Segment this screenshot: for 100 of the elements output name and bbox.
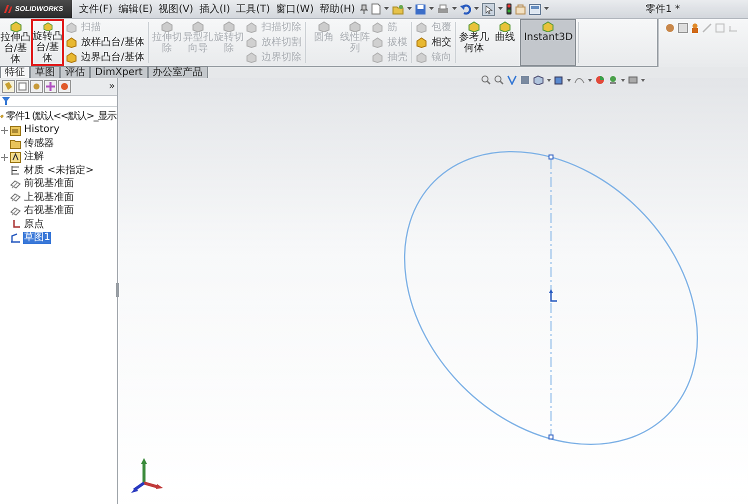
ribbon-button[interactable]: 拉伸凸台/基体 xyxy=(0,19,31,66)
plane-icon xyxy=(10,206,21,217)
sketch-icon xyxy=(10,232,21,244)
feature-icon xyxy=(416,22,428,33)
caret-icon[interactable] xyxy=(384,7,390,11)
caret-icon[interactable] xyxy=(474,7,480,11)
feature-icon xyxy=(10,21,22,32)
ribbon-item[interactable]: 相交 xyxy=(416,36,452,50)
tree-item[interactable]: 零件1 (默认<<默认>_显示 xyxy=(4,110,117,123)
zoom-icon[interactable] xyxy=(494,75,504,85)
material-icon xyxy=(10,165,21,176)
tree-item[interactable]: History xyxy=(23,124,61,136)
feature-icon xyxy=(372,37,384,48)
origin-marker xyxy=(549,289,557,302)
menu-item[interactable]: 窗口(W) xyxy=(273,2,317,16)
document-title: 零件1 * xyxy=(645,3,680,16)
caret-icon[interactable] xyxy=(429,7,434,11)
menu-item[interactable]: 帮助(H) xyxy=(316,2,358,16)
feature-icon xyxy=(66,52,77,63)
sketch-point[interactable] xyxy=(548,434,554,440)
tree-item[interactable]: 右视基准面 xyxy=(23,205,75,218)
caret-icon[interactable] xyxy=(407,7,412,11)
ribbon-button[interactable]: 曲线 xyxy=(489,19,520,66)
save-icon[interactable] xyxy=(415,4,426,14)
feature-icon xyxy=(246,22,258,33)
feature-icon xyxy=(372,52,384,63)
open-folder-icon[interactable] xyxy=(392,4,404,14)
menu-item[interactable]: 插入(I) xyxy=(196,2,234,16)
feature-icon xyxy=(246,52,258,63)
hide-show-icon[interactable] xyxy=(574,76,585,84)
feature-icon xyxy=(542,21,554,32)
feature-icon xyxy=(468,21,480,32)
tree-item[interactable]: 上视基准面 xyxy=(23,192,75,204)
tree-item[interactable]: 传感器 xyxy=(23,138,55,150)
tree-item[interactable]: 原点 xyxy=(23,218,45,231)
feature-icon xyxy=(222,21,235,32)
menu-item[interactable]: 视图(V) xyxy=(156,2,196,16)
pin-icon[interactable] xyxy=(360,4,368,14)
traffic-light-icon[interactable] xyxy=(506,3,512,15)
scene-icon[interactable] xyxy=(608,75,618,85)
crosshair-icon[interactable] xyxy=(44,80,57,93)
command-tab[interactable]: 草图 xyxy=(30,66,60,78)
undo-icon[interactable] xyxy=(460,4,472,14)
tree-item[interactable]: 草图1 xyxy=(23,232,52,244)
printer-icon[interactable] xyxy=(437,4,450,14)
feature-icon xyxy=(192,21,204,32)
feature-icon xyxy=(416,52,428,63)
tree-item[interactable]: 材质 <未指定> xyxy=(23,164,95,177)
feature-icon xyxy=(372,22,384,33)
ribbon-button[interactable]: 参考几何体 xyxy=(458,19,490,66)
ribbon-item[interactable]: 边界凸台/基体 xyxy=(66,50,144,64)
new-document-icon[interactable] xyxy=(371,3,382,15)
annotation-icon xyxy=(10,152,21,163)
ribbon-button[interactable]: Instant3D xyxy=(520,19,576,66)
caret-icon[interactable] xyxy=(544,7,550,11)
appearance-icon[interactable] xyxy=(665,23,675,33)
select-pointer-icon[interactable] xyxy=(482,2,496,16)
expand-icon[interactable] xyxy=(0,126,8,134)
sketch-point[interactable] xyxy=(548,154,554,160)
plane-icon xyxy=(10,178,21,190)
panel-splitter-handle[interactable] xyxy=(116,283,119,297)
view-settings-icon[interactable] xyxy=(628,75,638,85)
tree-item[interactable]: 前视基准面 xyxy=(23,178,75,190)
figure-icon[interactable] xyxy=(691,23,699,33)
feature-icon xyxy=(498,21,511,32)
previous-view-icon[interactable] xyxy=(507,75,517,85)
command-tab[interactable]: 评估 xyxy=(60,66,90,78)
caret-icon[interactable] xyxy=(452,7,458,11)
ds-logo-icon xyxy=(3,4,13,14)
expand-icon[interactable] xyxy=(0,154,8,161)
history-folder-icon xyxy=(10,124,21,136)
feature-icon xyxy=(246,37,258,48)
feature-tree-icon[interactable] xyxy=(2,80,15,93)
menu-item[interactable]: 工具(T) xyxy=(233,2,274,16)
ribbon-item[interactable]: 放样凸台/基体 xyxy=(66,36,144,50)
command-tab[interactable]: DimXpert xyxy=(90,66,148,78)
window-layout-icon[interactable] xyxy=(529,4,542,14)
caret-icon[interactable] xyxy=(498,7,504,11)
section-view-icon[interactable] xyxy=(520,75,530,85)
feature-icon xyxy=(66,37,77,48)
menu-item[interactable]: 文件(F) xyxy=(76,2,116,16)
command-tab[interactable]: 特征 xyxy=(0,66,30,78)
feature-icon xyxy=(416,37,428,48)
display-pane-icon[interactable] xyxy=(58,80,71,93)
tree-item[interactable]: 注解 xyxy=(23,151,45,164)
feature-icon xyxy=(160,21,173,32)
display-style-icon[interactable] xyxy=(554,75,564,85)
menu-item[interactable]: 编辑(E) xyxy=(116,2,156,16)
appearance-ball-icon[interactable] xyxy=(595,75,605,85)
zoom-fit-icon[interactable] xyxy=(481,75,491,85)
feature-icon xyxy=(348,21,361,32)
feature-icon xyxy=(42,22,54,31)
property-sheet-icon[interactable] xyxy=(16,80,29,93)
command-tab[interactable]: 办公室产品 xyxy=(148,66,208,78)
plane-icon xyxy=(10,192,21,204)
configuration-icon[interactable] xyxy=(30,80,43,93)
centerline[interactable] xyxy=(550,158,552,436)
view-orientation-icon[interactable] xyxy=(533,75,544,85)
expand-panel-button[interactable]: » xyxy=(108,80,115,92)
feature-icon xyxy=(66,22,77,33)
